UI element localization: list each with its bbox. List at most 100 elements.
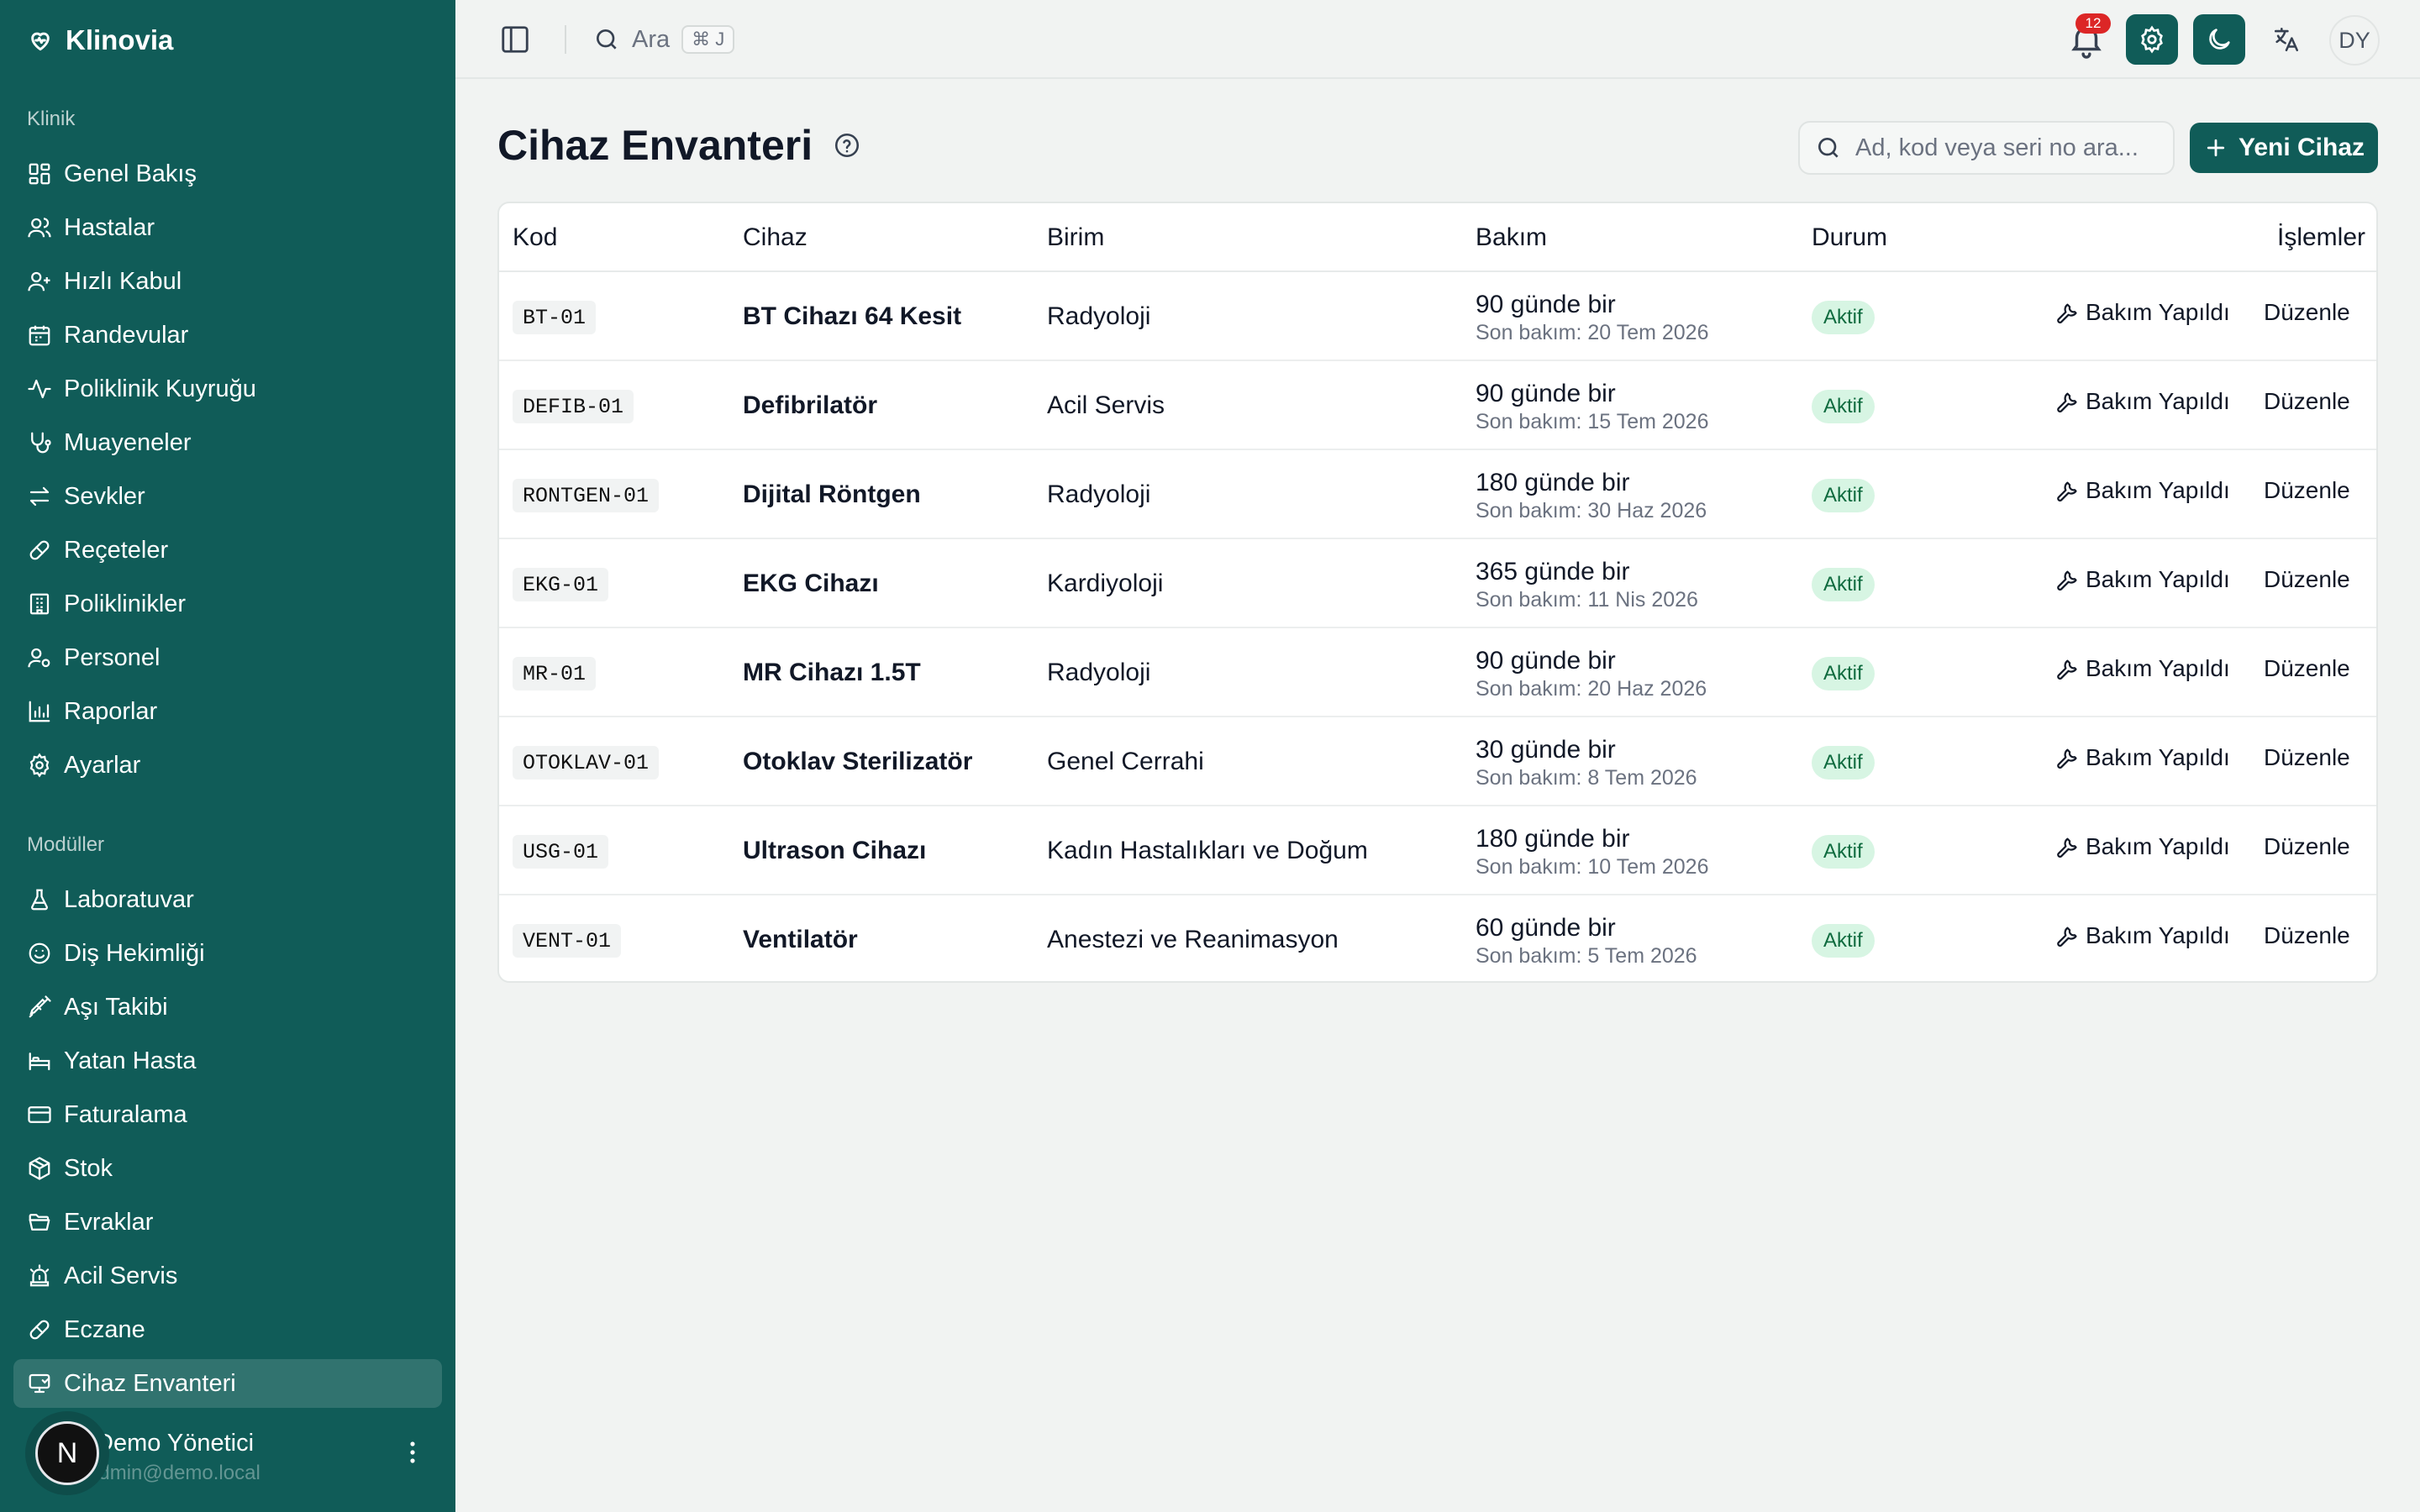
edit-button[interactable]: Düzenle	[2264, 744, 2350, 771]
sidebar-item-label: Randevular	[64, 321, 189, 349]
theme-toggle-button[interactable]	[2193, 14, 2245, 65]
section-label-klinik: Klinik	[27, 108, 76, 130]
table-row[interactable]: EKG-01 EKG Cihazı Kardiyoloji 365 günde bir…	[499, 539, 2376, 628]
table-row[interactable]: VENT-01 Ventilatör Anestezi ve Reanimasyon…	[499, 895, 2376, 981]
avatar[interactable]: N	[25, 1411, 109, 1495]
search-icon	[1818, 138, 1839, 158]
sidebar-item-acil-servis[interactable]: Acil Servis	[13, 1252, 442, 1300]
sidebar-item-label: Sevkler	[64, 482, 145, 510]
sidebar-item-asi-takibi[interactable]: Aşı Takibi	[13, 983, 442, 1032]
maintenance-done-button[interactable]: Bakım Yapıldı	[2055, 299, 2230, 326]
sidebar-item-hizli-kabul[interactable]: Hızlı Kabul	[13, 257, 442, 306]
user-avatar[interactable]: DY	[2329, 15, 2380, 66]
maintenance-done-button[interactable]: Bakım Yapıldı	[2055, 566, 2230, 593]
maintenance-done-button[interactable]: Bakım Yapıldı	[2055, 744, 2230, 771]
edit-button[interactable]: Düzenle	[2264, 388, 2350, 415]
sidebar-item-dis-hekimligi[interactable]: Diş Hekimliği	[13, 929, 442, 978]
bed-icon	[29, 1053, 50, 1071]
sidebar-item-yatan-hasta[interactable]: Yatan Hasta	[13, 1037, 442, 1085]
device-unit: Kadın Hastalıkları ve Doğum	[1047, 837, 1368, 864]
gear-icon	[29, 753, 50, 778]
column-header-birim[interactable]: Birim	[1047, 223, 1104, 252]
column-header-durum[interactable]: Durum	[1812, 223, 1887, 252]
help-circle-icon[interactable]	[833, 131, 861, 160]
maintenance-done-label: Bakım Yapıldı	[2086, 833, 2230, 859]
maintenance-done-button[interactable]: Bakım Yapıldı	[2055, 477, 2230, 504]
column-header-kod[interactable]: Kod	[513, 223, 557, 252]
keyboard-shortcut: ⌘ J	[681, 25, 735, 54]
maintenance-done-label: Bakım Yapıldı	[2086, 922, 2230, 948]
user-cog-icon	[28, 648, 50, 668]
edit-button[interactable]: Düzenle	[2264, 655, 2350, 682]
sidebar: Klinovia Klinik Genel Bakış Hastalar Hız…	[0, 0, 455, 1512]
pill-icon	[29, 540, 50, 560]
more-vertical-icon[interactable]	[408, 1440, 417, 1465]
sidebar-item-laboratuvar[interactable]: Laboratuvar	[13, 875, 442, 924]
sidebar-item-ayarlar[interactable]: Ayarlar	[13, 741, 442, 790]
settings-button[interactable]	[2126, 14, 2178, 65]
syringe-icon	[29, 995, 51, 1018]
sidebar-item-label: Aşı Takibi	[64, 993, 168, 1021]
brand[interactable]: Klinovia	[27, 22, 173, 59]
edit-button[interactable]: Düzenle	[2264, 299, 2350, 326]
edit-button[interactable]: Düzenle	[2264, 833, 2350, 860]
sidebar-item-personel[interactable]: Personel	[13, 633, 442, 682]
table-row[interactable]: RONTGEN-01 Dijital Röntgen Radyoloji 180 gü…	[499, 450, 2376, 539]
calendar-icon	[29, 325, 50, 346]
language-button[interactable]	[2260, 14, 2312, 65]
sidebar-item-genel-bakis[interactable]: Genel Bakış	[13, 150, 442, 198]
sidebar-item-randevular[interactable]: Randevular	[13, 311, 442, 360]
maintenance-done-button[interactable]: Bakım Yapıldı	[2055, 922, 2230, 949]
table-row[interactable]: MR-01 MR Cihazı 1.5T Radyoloji 90 günde bir…	[499, 628, 2376, 717]
wrench-icon	[2057, 392, 2077, 412]
divider	[565, 25, 566, 54]
table-row[interactable]: OTOKLAV-01 Otoklav Sterilizatör Genel Cerr…	[499, 717, 2376, 806]
sidebar-item-label: Faturalama	[64, 1100, 187, 1128]
sidebar-toggle-icon[interactable]	[499, 24, 531, 55]
sidebar-item-sevkler[interactable]: Sevkler	[13, 472, 442, 521]
sidebar-item-receteler[interactable]: Reçeteler	[13, 526, 442, 575]
device-table: Kod Cihaz Birim Bakım Durum İşlemler BT-…	[497, 202, 2378, 983]
column-header-bakim[interactable]: Bakım	[1476, 223, 1547, 252]
maintenance-interval: 90 günde bir	[1476, 647, 1616, 675]
search-input[interactable]	[1855, 134, 2158, 162]
maintenance-done-button[interactable]: Bakım Yapıldı	[2055, 655, 2230, 682]
new-device-button[interactable]: Yeni Cihaz	[2190, 123, 2378, 173]
sidebar-item-label: Evraklar	[64, 1208, 154, 1236]
column-header-cihaz[interactable]: Cihaz	[743, 223, 808, 252]
device-name: Ultrason Cihazı	[743, 837, 927, 864]
sidebar-item-poliklinikler[interactable]: Poliklinikler	[13, 580, 442, 628]
device-unit: Anestezi ve Reanimasyon	[1047, 926, 1339, 953]
user-plus-icon	[28, 271, 50, 291]
sidebar-item-faturalama[interactable]: Faturalama	[13, 1090, 442, 1139]
sidebar-item-raporlar[interactable]: Raporlar	[13, 687, 442, 736]
maintenance-done-button[interactable]: Bakım Yapıldı	[2055, 388, 2230, 415]
sidebar-item-cihaz-envanteri[interactable]: Cihaz Envanteri	[13, 1359, 442, 1408]
sidebar-item-evraklar[interactable]: Evraklar	[13, 1198, 442, 1247]
table-row[interactable]: DEFIB-01 Defibrilatör Acil Servis 90 günde …	[499, 361, 2376, 450]
sidebar-item-label: Yatan Hasta	[64, 1047, 197, 1074]
wrench-icon	[2057, 481, 2077, 501]
maintenance-done-button[interactable]: Bakım Yapıldı	[2055, 833, 2230, 860]
sidebar-item-label: Poliklinik Kuyruğu	[64, 375, 256, 402]
table-row[interactable]: USG-01 Ultrason Cihazı Kadın Hastalıkları …	[499, 806, 2376, 895]
sidebar-item-stok[interactable]: Stok	[13, 1144, 442, 1193]
edit-button[interactable]: Düzenle	[2264, 922, 2350, 949]
activity-icon	[28, 379, 51, 399]
translate-icon	[2274, 27, 2299, 52]
user-profile[interactable]: admin@demo.local Demo Yönetici N	[13, 1411, 442, 1499]
device-name: Defibrilatör	[743, 391, 878, 419]
device-name: BT Cihazı 64 Kesit	[743, 302, 962, 330]
device-name: EKG Cihazı	[743, 570, 879, 597]
sidebar-item-muayeneler[interactable]: Muayeneler	[13, 418, 442, 467]
sidebar-item-hastalar[interactable]: Hastalar	[13, 203, 442, 252]
sidebar-item-label: Reçeteler	[64, 536, 169, 564]
sidebar-item-eczane[interactable]: Eczane	[13, 1305, 442, 1354]
sidebar-item-poliklinik-kuyrugu[interactable]: Poliklinik Kuyruğu	[13, 365, 442, 413]
command-search[interactable]: Ara ⌘ J	[593, 24, 735, 55]
heart-logo-icon	[31, 32, 50, 51]
edit-button[interactable]: Düzenle	[2264, 566, 2350, 593]
table-row[interactable]: BT-01 BT Cihazı 64 Kesit Radyoloji 90 günde…	[499, 272, 2376, 361]
wrench-icon	[2057, 748, 2077, 769]
edit-button[interactable]: Düzenle	[2264, 477, 2350, 504]
